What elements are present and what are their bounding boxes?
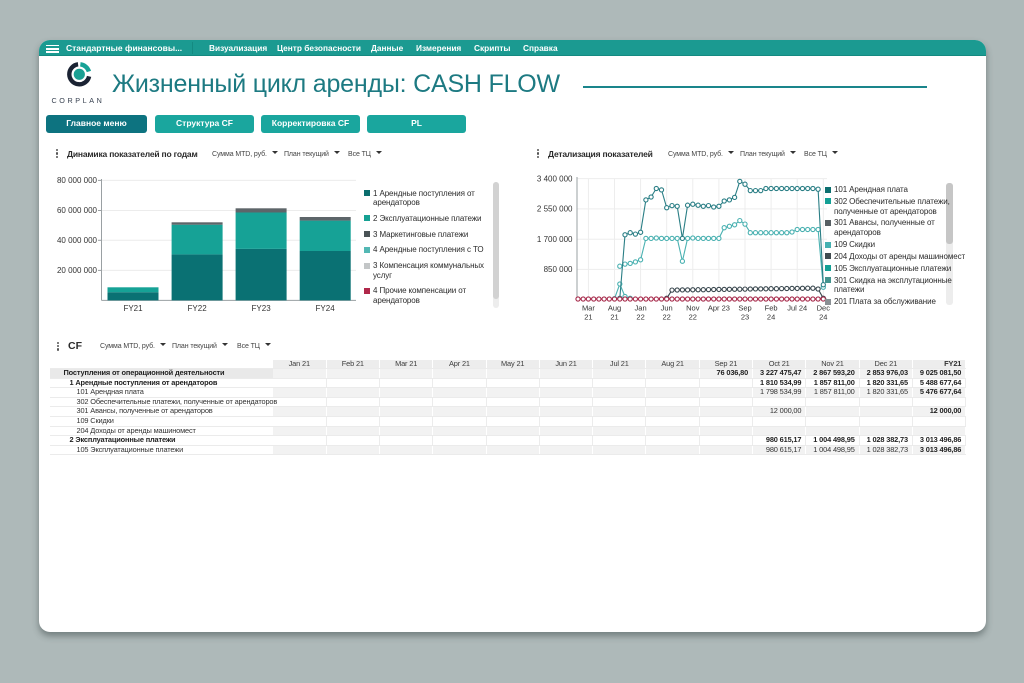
svg-text:80 000 000: 80 000 000 <box>57 176 98 185</box>
svg-text:23: 23 <box>741 313 749 322</box>
svg-text:FY22: FY22 <box>188 304 208 313</box>
svg-text:Sep: Sep <box>738 304 751 313</box>
svg-text:21: 21 <box>610 313 618 322</box>
svg-text:Jun: Jun <box>661 304 673 313</box>
svg-text:22: 22 <box>636 313 644 322</box>
svg-text:Jul 24: Jul 24 <box>787 304 807 313</box>
svg-text:21: 21 <box>584 313 592 322</box>
svg-text:24: 24 <box>819 313 827 322</box>
svg-text:Aug: Aug <box>608 304 621 313</box>
svg-text:Apr 23: Apr 23 <box>708 304 730 313</box>
svg-text:40 000 000: 40 000 000 <box>57 236 98 245</box>
svg-text:60 000 000: 60 000 000 <box>57 206 98 215</box>
svg-text:22: 22 <box>663 313 671 322</box>
svg-text:850 000: 850 000 <box>544 265 573 274</box>
svg-text:20 000 000: 20 000 000 <box>57 266 98 275</box>
svg-text:3 400 000: 3 400 000 <box>537 174 573 183</box>
svg-text:Jan: Jan <box>635 304 647 313</box>
svg-text:1 700 000: 1 700 000 <box>537 235 573 244</box>
svg-text:FY23: FY23 <box>252 304 272 313</box>
svg-text:FY24: FY24 <box>316 304 336 313</box>
svg-text:22: 22 <box>689 313 697 322</box>
svg-text:FY21: FY21 <box>123 304 143 313</box>
svg-text:Mar: Mar <box>582 304 595 313</box>
svg-text:Nov: Nov <box>686 304 700 313</box>
svg-text:2 550 000: 2 550 000 <box>537 205 573 214</box>
svg-text:24: 24 <box>767 313 775 322</box>
svg-text:Feb: Feb <box>765 304 778 313</box>
